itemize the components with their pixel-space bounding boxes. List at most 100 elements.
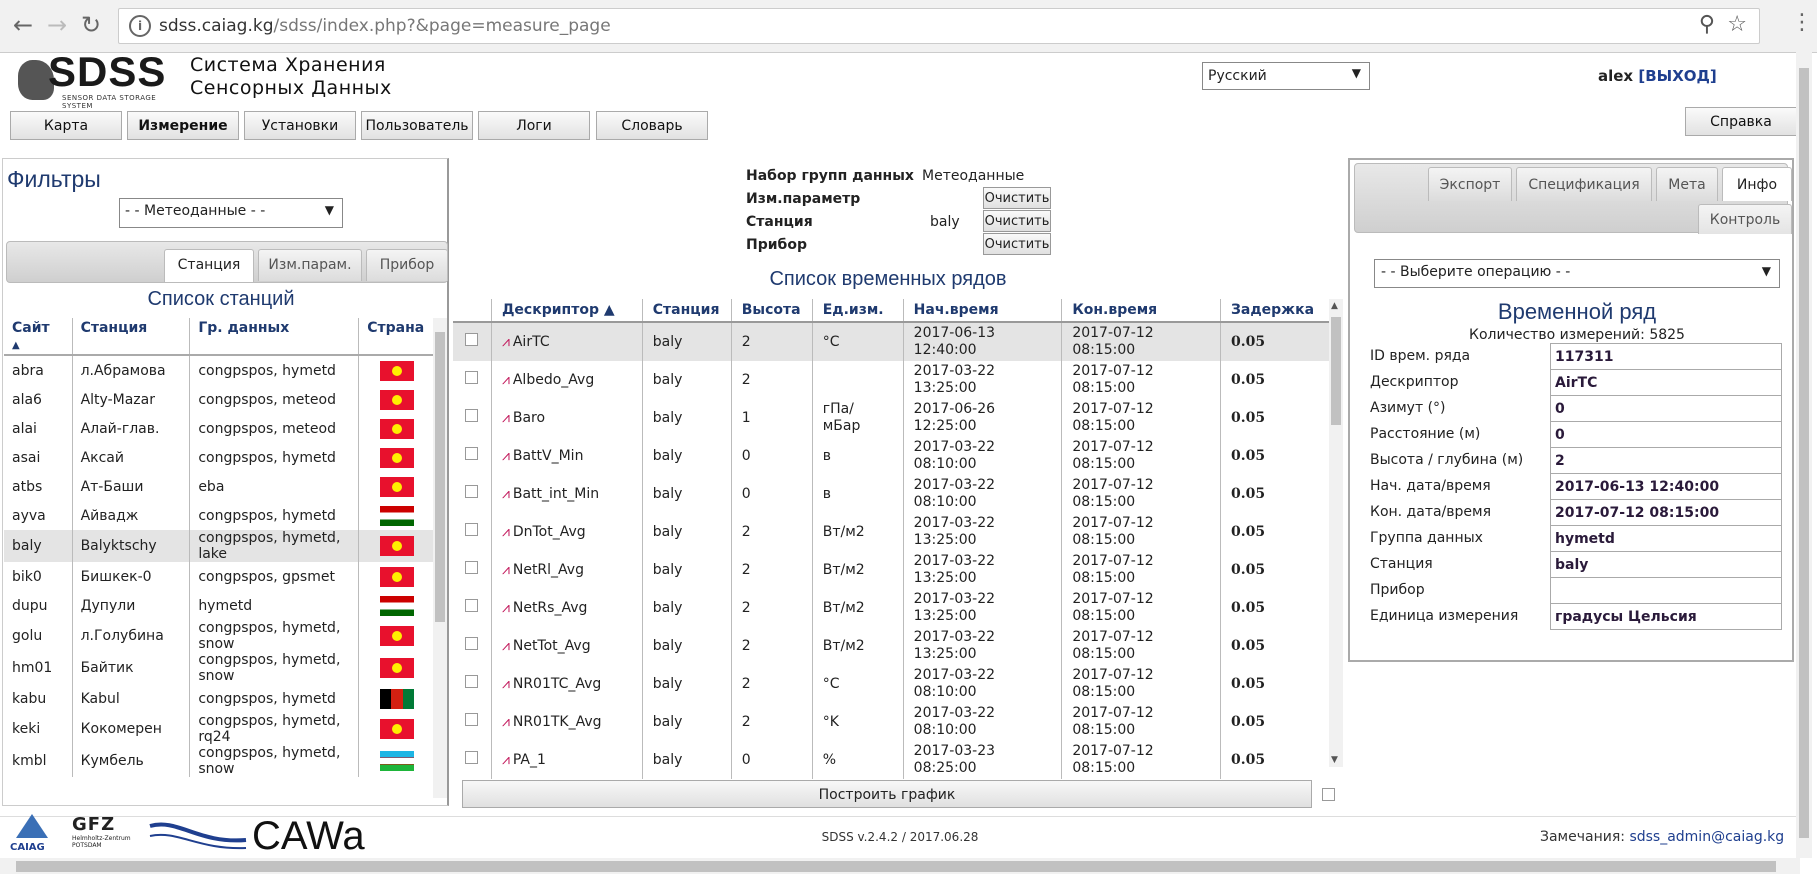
series-row[interactable]: ⩘ NR01TC_Avg baly 2 °C 2017-03-22 08:10:00 2017… bbox=[453, 665, 1329, 703]
series-checkbox[interactable] bbox=[465, 333, 479, 346]
tab-param[interactable]: Изм.парам. bbox=[258, 249, 362, 281]
help-button[interactable]: Справка bbox=[1685, 107, 1797, 136]
page-scrollbar[interactable] bbox=[1796, 52, 1812, 858]
tab-control[interactable]: Контроль bbox=[1698, 204, 1792, 234]
series-checkbox[interactable] bbox=[465, 371, 479, 384]
admin-email-link[interactable]: sdss_admin@caiag.kg bbox=[1629, 829, 1784, 845]
series-checkbox[interactable] bbox=[465, 751, 479, 764]
scroll-up-icon[interactable]: ▲ bbox=[1331, 301, 1338, 311]
col-country[interactable]: Страна bbox=[358, 318, 434, 356]
station-row[interactable]: golu л.Голубина congpspos, hymetd, snow bbox=[4, 620, 434, 652]
logout-link[interactable]: [ВЫХОД] bbox=[1638, 67, 1716, 85]
browser-menu-icon[interactable]: ⋮ bbox=[1791, 10, 1813, 35]
reload-icon[interactable]: ↻ bbox=[74, 8, 108, 42]
series-checkbox[interactable] bbox=[465, 599, 479, 612]
address-bar[interactable]: i sdss.caiag.kg/sdss/index.php?&page=mea… bbox=[118, 8, 1760, 44]
station-scrollbar-thumb[interactable] bbox=[435, 332, 445, 622]
tab-specification[interactable]: Спецификация bbox=[1516, 167, 1652, 201]
station-row[interactable]: ayva Айвадж congpspos, hymetd bbox=[4, 501, 434, 530]
series-row[interactable]: ⩘ PA_1 baly 0% 2017-03-23 08:25:00 2017-07-12 0… bbox=[453, 741, 1329, 779]
chart-icon[interactable]: ⩘ bbox=[502, 334, 510, 350]
info-icon[interactable]: i bbox=[129, 15, 151, 37]
series-row[interactable]: ⩘ NetRl_Avg baly 2 Вт/м2 2017-03-22 13:25:00 20… bbox=[453, 551, 1329, 589]
scroll-down-icon[interactable]: ▼ bbox=[1331, 755, 1338, 765]
language-select[interactable]: Русский ▼ bbox=[1202, 62, 1370, 90]
nav-map-button[interactable]: Карта bbox=[10, 111, 122, 140]
chart-icon[interactable]: ⩘ bbox=[502, 524, 510, 540]
col-site[interactable]: Сайт ▲ bbox=[4, 318, 73, 356]
series-scrollbar-thumb[interactable] bbox=[1331, 317, 1341, 425]
chart-icon[interactable]: ⩘ bbox=[502, 562, 510, 578]
col-groups[interactable]: Гр. данных bbox=[189, 318, 359, 356]
back-arrow-icon[interactable]: ← bbox=[6, 8, 40, 42]
station-row[interactable]: asai Аксай congpspos, hymetd bbox=[4, 443, 434, 472]
nav-measure-button[interactable]: Измерение bbox=[127, 111, 239, 140]
col-height[interactable]: Высота bbox=[730, 299, 813, 323]
clear-station-button[interactable]: Очистить bbox=[983, 210, 1051, 232]
series-row[interactable]: ⩘ AirTC baly 2 °C 2017-06-13 12:40:00 2017-07-1… bbox=[453, 322, 1329, 361]
station-row[interactable]: keki Кокомерен congpspos, hymetd, rq24 bbox=[4, 713, 434, 745]
series-checkbox[interactable] bbox=[465, 675, 479, 688]
chart-icon[interactable]: ⩘ bbox=[502, 410, 510, 426]
series-checkbox[interactable] bbox=[465, 713, 479, 726]
station-row[interactable]: hm01 Байтик congpspos, hymetd, snow bbox=[4, 652, 434, 684]
nav-dictionary-button[interactable]: Словарь bbox=[596, 111, 708, 140]
chart-icon[interactable]: ⩘ bbox=[502, 486, 510, 502]
operation-select[interactable]: - - Выберите операцию - - ▼ bbox=[1374, 259, 1780, 288]
col-unit[interactable]: Ед.изм. bbox=[811, 299, 904, 323]
station-scrollbar[interactable] bbox=[433, 318, 447, 798]
station-row[interactable]: kmbl Кумбель congpspos, hymetd, snow bbox=[4, 745, 434, 777]
chart-icon[interactable]: ⩘ bbox=[502, 600, 510, 616]
chart-icon[interactable]: ⩘ bbox=[502, 372, 510, 388]
series-checkbox[interactable] bbox=[465, 523, 479, 536]
zoom-icon[interactable]: ⚲ bbox=[1699, 12, 1715, 37]
bookmark-star-icon[interactable]: ☆ bbox=[1727, 12, 1747, 37]
series-row[interactable]: ⩘ NR01TK_Avg baly 2 °K 2017-03-22 08:10:00 2017… bbox=[453, 703, 1329, 741]
col-start[interactable]: Нач.время bbox=[902, 299, 1062, 323]
chart-icon[interactable]: ⩘ bbox=[502, 752, 510, 768]
series-row[interactable]: ⩘ BattV_Min baly 0 в 2017-03-22 08:10:00 2017-0… bbox=[453, 437, 1329, 475]
clear-device-button[interactable]: Очистить bbox=[983, 233, 1051, 255]
station-row[interactable]: ala6 Alty-Mazar congpspos, meteod bbox=[4, 385, 434, 414]
nav-user-button[interactable]: Пользователь bbox=[361, 111, 473, 140]
clear-param-button[interactable]: Очистить bbox=[983, 187, 1051, 209]
series-row[interactable]: ⩘ NetRs_Avg baly 2 Вт/м2 2017-03-22 13:25:00 20… bbox=[453, 589, 1329, 627]
chart-icon[interactable]: ⩘ bbox=[502, 638, 510, 654]
horizontal-scrollbar-thumb[interactable] bbox=[16, 861, 1776, 872]
col-end[interactable]: Кон.время bbox=[1061, 299, 1221, 323]
page-scrollbar-thumb[interactable] bbox=[1799, 68, 1809, 838]
station-row[interactable]: kabu Kabul congpspos, hymetd bbox=[4, 684, 434, 713]
tab-meta[interactable]: Мета bbox=[1656, 167, 1718, 201]
station-row[interactable]: abra л.Абрамова congpspos, hymetd bbox=[4, 355, 434, 385]
series-checkbox[interactable] bbox=[465, 447, 479, 460]
series-checkbox[interactable] bbox=[465, 561, 479, 574]
tab-station[interactable]: Станция bbox=[164, 249, 254, 282]
series-checkbox[interactable] bbox=[465, 409, 479, 422]
tab-info[interactable]: Инфо bbox=[1722, 167, 1792, 201]
nav-logs-button[interactable]: Логи bbox=[478, 111, 590, 140]
horizontal-scrollbar[interactable] bbox=[0, 858, 1800, 874]
series-row[interactable]: ⩘ Batt_int_Min baly 0 в 2017-03-22 08:10:00 201… bbox=[453, 475, 1329, 513]
station-row[interactable]: alai Алай-глав. congpspos, meteod bbox=[4, 414, 434, 443]
series-row[interactable]: ⩘ NetTot_Avg baly 2 Вт/м2 2017-03-22 13:25:00 2… bbox=[453, 627, 1329, 665]
chart-icon[interactable]: ⩘ bbox=[502, 676, 510, 692]
chart-icon[interactable]: ⩘ bbox=[502, 448, 510, 464]
station-row[interactable]: bik0 Бишкек-0 congpspos, gpsmet bbox=[4, 562, 434, 591]
tab-device[interactable]: Прибор bbox=[366, 249, 448, 281]
series-checkbox[interactable] bbox=[465, 637, 479, 650]
col-delay[interactable]: Задержка bbox=[1219, 299, 1329, 323]
series-row[interactable]: ⩘ DnTot_Avg baly 2 Вт/м2 2017-03-22 13:25:00 20… bbox=[453, 513, 1329, 551]
station-row[interactable]: baly Balyktschy congpspos, hymetd, lake bbox=[4, 530, 434, 562]
tab-export[interactable]: Экспорт bbox=[1428, 167, 1512, 201]
station-row[interactable]: atbs Ат-Баши eba bbox=[4, 472, 434, 501]
series-scrollbar[interactable]: ▲ ▼ bbox=[1329, 299, 1343, 767]
series-row[interactable]: ⩘ Albedo_Avg baly 2 2017-03-22 13:25:00 2017-0… bbox=[453, 361, 1329, 399]
col-station[interactable]: Станция bbox=[71, 318, 190, 356]
chart-icon[interactable]: ⩘ bbox=[502, 714, 510, 730]
station-row[interactable]: dupu Дупули hymetd bbox=[4, 591, 434, 620]
col-series-station[interactable]: Станция bbox=[641, 299, 732, 323]
series-checkbox[interactable] bbox=[465, 485, 479, 498]
plot-option-checkbox[interactable] bbox=[1322, 788, 1335, 801]
col-descriptor[interactable]: Дескриптор ▲ bbox=[490, 299, 643, 323]
data-group-select[interactable]: - - Метеоданные - - ▼ bbox=[119, 198, 343, 228]
